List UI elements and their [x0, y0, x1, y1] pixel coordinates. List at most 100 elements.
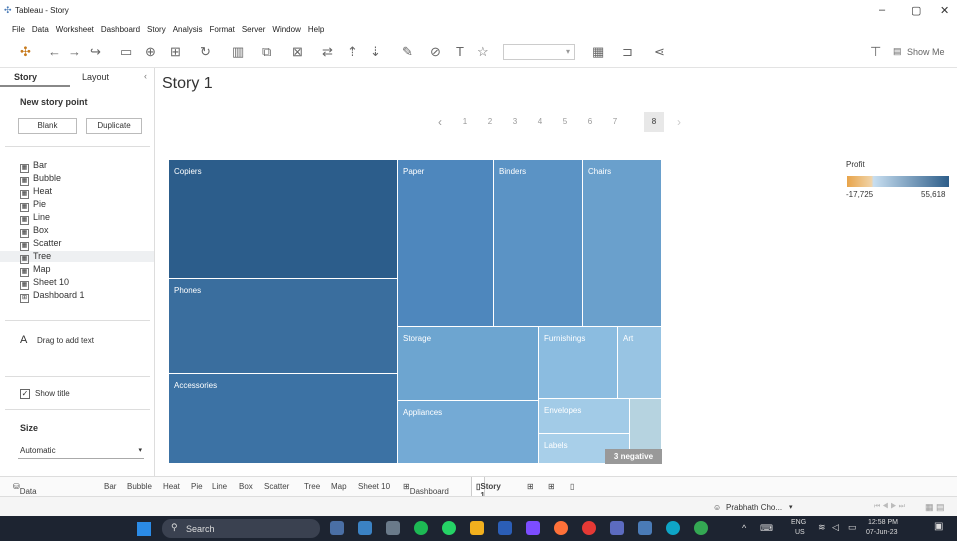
- chart-icon[interactable]: ▥: [232, 44, 244, 60]
- collapse-icon[interactable]: ‹: [144, 71, 147, 81]
- sheet-item-heat[interactable]: ▦ Heat: [20, 186, 52, 199]
- new-story-icon[interactable]: ▯: [570, 482, 574, 491]
- show-title-checkbox[interactable]: ✓: [20, 389, 30, 399]
- spotify-icon[interactable]: [414, 521, 428, 535]
- menu-worksheet[interactable]: Worksheet: [56, 25, 94, 34]
- sheet-item-dashboard1[interactable]: ⊞ Dashboard 1: [20, 290, 85, 303]
- sheet-item-line[interactable]: ▦ Line: [20, 212, 50, 225]
- tile-binders[interactable]: Binders: [494, 160, 583, 327]
- refresh-icon[interactable]: ↻: [200, 44, 211, 60]
- opera-icon[interactable]: [582, 521, 596, 535]
- sheet-item-pie[interactable]: ▦ Pie: [20, 199, 46, 212]
- menu-format[interactable]: Format: [210, 25, 235, 34]
- region-label[interactable]: US: [795, 529, 805, 536]
- menu-window[interactable]: Window: [272, 25, 300, 34]
- tile-accessories[interactable]: Accessories: [169, 374, 398, 464]
- sheet-item-bubble[interactable]: ▦ Bubble: [20, 173, 61, 186]
- minimize-icon[interactable]: –: [879, 4, 885, 16]
- language-label[interactable]: ENG: [791, 519, 806, 526]
- app-icon[interactable]: [610, 521, 624, 535]
- swap-icon[interactable]: ⇄: [322, 44, 333, 60]
- share-icon[interactable]: ⋖: [654, 44, 665, 60]
- story-point-6[interactable]: 6: [580, 112, 600, 132]
- story-point-1[interactable]: 1: [455, 112, 475, 132]
- tile-appliances[interactable]: Appliances: [398, 401, 539, 464]
- word-icon[interactable]: [498, 521, 512, 535]
- tab-layout[interactable]: Layout: [82, 72, 109, 82]
- battery-icon[interactable]: ▭: [848, 522, 857, 533]
- tile-art[interactable]: Art: [618, 327, 662, 399]
- redo-icon[interactable]: ↪: [90, 44, 101, 60]
- pin-toolbar-icon[interactable]: ⊤: [870, 44, 881, 60]
- user-menu[interactable]: Prabhath Cho...: [726, 503, 782, 512]
- new-datasource-icon[interactable]: ⊕: [145, 44, 156, 60]
- clear-icon[interactable]: ⊠: [292, 44, 303, 60]
- menu-dashboard[interactable]: Dashboard: [101, 25, 140, 34]
- forward-icon[interactable]: →: [68, 44, 81, 59]
- tile-paper[interactable]: Paper: [398, 160, 494, 327]
- tile-furnishings[interactable]: Furnishings: [539, 327, 618, 399]
- sheet-item-tree[interactable]: ▦ Tree: [0, 251, 154, 264]
- menu-server[interactable]: Server: [242, 25, 266, 34]
- tab-line[interactable]: Line: [212, 482, 227, 491]
- camera-icon[interactable]: [386, 521, 400, 535]
- task-view-icon[interactable]: [330, 521, 344, 535]
- menu-story[interactable]: Story: [147, 25, 166, 34]
- new-dashboard-icon[interactable]: ⊞: [548, 482, 555, 491]
- maximize-icon[interactable]: ▢: [911, 4, 921, 17]
- tile-storage[interactable]: Storage: [398, 327, 539, 401]
- menu-data[interactable]: Data: [32, 25, 49, 34]
- chevron-up-icon[interactable]: ^: [742, 523, 746, 533]
- story-point-8-active[interactable]: 8: [644, 112, 664, 132]
- blank-button[interactable]: Blank: [18, 118, 77, 134]
- windows-start-icon[interactable]: [137, 522, 151, 536]
- tab-sheet10[interactable]: Sheet 10: [358, 482, 390, 491]
- tab-bar[interactable]: Bar: [104, 482, 116, 491]
- tab-heat[interactable]: Heat: [163, 482, 180, 491]
- tab-box[interactable]: Box: [239, 482, 253, 491]
- fit-dropdown[interactable]: ▾: [503, 44, 575, 60]
- duplicate-button[interactable]: Duplicate: [86, 118, 142, 134]
- sheet-nav-icon[interactable]: ⏮ ◀ ▶ ⏭: [874, 503, 905, 511]
- menu-help[interactable]: Help: [308, 25, 324, 34]
- clock-time[interactable]: 12:58 PM: [868, 519, 898, 526]
- highlight-icon[interactable]: ✎: [402, 44, 413, 60]
- sheet-item-sheet10[interactable]: ▦ Sheet 10: [20, 277, 69, 290]
- wifi-icon[interactable]: ≋: [818, 522, 826, 533]
- story-point-7[interactable]: 7: [605, 112, 625, 132]
- taskbar-search[interactable]: ⚲ Search: [162, 519, 320, 538]
- tab-scatter[interactable]: Scatter: [264, 482, 289, 491]
- labels-icon[interactable]: T: [456, 44, 464, 59]
- sort-desc-icon[interactable]: ⇣: [370, 44, 381, 60]
- tile-chairs[interactable]: Chairs: [583, 160, 662, 327]
- firefox-icon[interactable]: [554, 521, 568, 535]
- file-explorer-icon[interactable]: [470, 521, 484, 535]
- story-point-4[interactable]: 4: [530, 112, 550, 132]
- tab-tree[interactable]: Tree: [304, 482, 320, 491]
- tab-dashboard1[interactable]: ⊞ Dashboard 1: [403, 482, 449, 505]
- prev-point-icon[interactable]: ‹: [430, 112, 450, 132]
- tableau-home-icon[interactable]: ✣: [20, 44, 31, 60]
- sheet-item-box[interactable]: ▦ Box: [20, 225, 49, 238]
- chevron-down-icon[interactable]: ▾: [789, 503, 793, 511]
- tab-story1-active[interactable]: ▯ Story 1: [471, 477, 501, 500]
- duplicate-sheet-icon[interactable]: ⧉: [262, 44, 271, 60]
- new-worksheet-icon[interactable]: ⊞: [527, 482, 534, 491]
- tile-phones[interactable]: Phones: [169, 279, 398, 374]
- tab-bubble[interactable]: Bubble: [127, 482, 152, 491]
- edge-icon[interactable]: [666, 521, 680, 535]
- calendar-icon[interactable]: [358, 521, 372, 535]
- show-cards-icon[interactable]: ▦: [592, 44, 604, 60]
- presentation-icon[interactable]: ⊐: [622, 44, 633, 60]
- clock-date[interactable]: 07-Jun-23: [866, 529, 898, 536]
- tab-map[interactable]: Map: [331, 482, 347, 491]
- sheet-item-bar[interactable]: ▦ Bar: [20, 160, 47, 173]
- menu-analysis[interactable]: Analysis: [173, 25, 203, 34]
- group-icon[interactable]: ⊘: [430, 44, 441, 60]
- menu-file[interactable]: File: [12, 25, 25, 34]
- story-point-3[interactable]: 3: [505, 112, 525, 132]
- tab-pie[interactable]: Pie: [191, 482, 203, 491]
- sheet-item-scatter[interactable]: ▦ Scatter: [20, 238, 62, 251]
- show-me-button[interactable]: Show Me: [907, 47, 945, 57]
- vpn-icon[interactable]: [526, 521, 540, 535]
